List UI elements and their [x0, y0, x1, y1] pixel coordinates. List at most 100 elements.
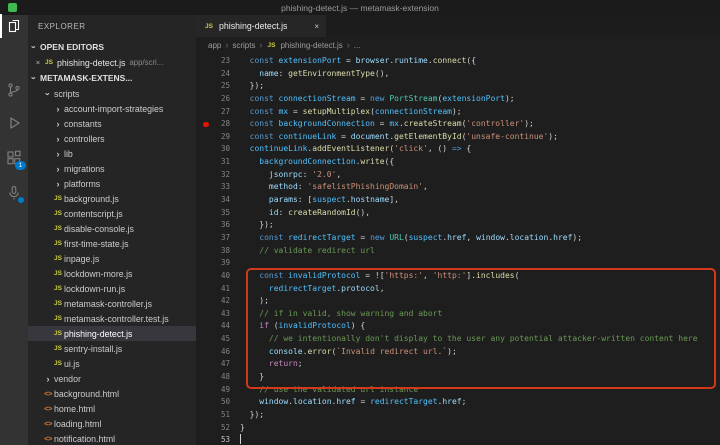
tree-item-disable-console.js[interactable]: JSdisable-console.js — [28, 221, 196, 236]
tree-item-home.html[interactable]: <>home.html — [28, 401, 196, 416]
tree-item-ui.js[interactable]: JSui.js — [28, 356, 196, 371]
breadcrumb-item-file[interactable]: phishing-detect.js — [280, 41, 342, 50]
code-line-23[interactable]: 23const extensionPort = browser.runtime.… — [196, 55, 720, 68]
code-area[interactable]: 23const extensionPort = browser.runtime.… — [196, 53, 720, 445]
workspace-header[interactable]: › METAMASK-EXTENS... — [28, 70, 196, 86]
line-number[interactable]: 35 — [196, 207, 230, 220]
activity-run-debug-button[interactable] — [6, 115, 22, 131]
code-line-38[interactable]: 38// validate redirect url — [196, 245, 720, 258]
tree-item-platforms[interactable]: ›platforms — [28, 176, 196, 191]
breadcrumb-item-app[interactable]: app — [208, 41, 221, 50]
line-number[interactable]: 43 — [196, 308, 230, 321]
code-line-53[interactable]: 53 — [196, 434, 720, 445]
line-number[interactable]: 53 — [196, 434, 230, 445]
tree-item-lib[interactable]: ›lib — [28, 146, 196, 161]
line-number[interactable]: 26 — [196, 93, 230, 106]
line-number[interactable]: 31 — [196, 156, 230, 169]
tree-item-sentry-install.js[interactable]: JSsentry-install.js — [28, 341, 196, 356]
line-number[interactable]: 40 — [196, 270, 230, 283]
code-line-27[interactable]: 27const mx = setupMultiplex(connectionSt… — [196, 106, 720, 119]
tree-item-scripts[interactable]: ›scripts — [28, 86, 196, 101]
close-icon[interactable]: × — [33, 58, 43, 67]
code-line-43[interactable]: 43// if in valid, show warning and abort — [196, 308, 720, 321]
code-line-49[interactable]: 49// use the validated url instance — [196, 384, 720, 397]
code-line-41[interactable]: 41redirectTarget.protocol, — [196, 283, 720, 296]
line-number[interactable]: 28 — [196, 118, 230, 131]
tab-close-icon[interactable]: × — [314, 22, 319, 31]
line-number[interactable]: 36 — [196, 219, 230, 232]
activity-explorer-button[interactable] — [6, 18, 22, 34]
code-line-25[interactable]: 25}); — [196, 80, 720, 93]
line-number[interactable]: 49 — [196, 384, 230, 397]
code-line-31[interactable]: 31backgroundConnection.write({ — [196, 156, 720, 169]
line-number[interactable]: 24 — [196, 68, 230, 81]
tree-item-controllers[interactable]: ›controllers — [28, 131, 196, 146]
activity-extensions-button[interactable]: 1 — [6, 150, 22, 166]
code-line-46[interactable]: 46console.error(`Invalid redirect url.`)… — [196, 346, 720, 359]
breakpoint-icon[interactable] — [203, 122, 209, 128]
line-number[interactable]: 38 — [196, 245, 230, 258]
tree-item-metamask-controller.js[interactable]: JSmetamask-controller.js — [28, 296, 196, 311]
line-number[interactable]: 25 — [196, 80, 230, 93]
tree-item-migrations[interactable]: ›migrations — [28, 161, 196, 176]
code-line-36[interactable]: 36}); — [196, 219, 720, 232]
code-line-33[interactable]: 33method: 'safelistPhishingDomain', — [196, 181, 720, 194]
code-line-24[interactable]: 24name: getEnvironmentType(), — [196, 68, 720, 81]
line-number[interactable]: 41 — [196, 283, 230, 296]
tree-item-account-import-strategies[interactable]: ›account-import-strategies — [28, 101, 196, 116]
tree-item-inpage.js[interactable]: JSinpage.js — [28, 251, 196, 266]
line-number[interactable]: 29 — [196, 131, 230, 144]
tab-phishing-detect[interactable]: JS phishing-detect.js × — [196, 15, 326, 37]
tree-item-constants[interactable]: ›constants — [28, 116, 196, 131]
line-number[interactable]: 32 — [196, 169, 230, 182]
line-number[interactable]: 23 — [196, 55, 230, 68]
breadcrumb-item-scripts[interactable]: scripts — [232, 41, 255, 50]
line-number[interactable]: 46 — [196, 346, 230, 359]
code-line-39[interactable]: 39 — [196, 257, 720, 270]
code-line-48[interactable]: 48} — [196, 371, 720, 384]
tree-item-notification.html[interactable]: <>notification.html — [28, 431, 196, 445]
code-line-32[interactable]: 32jsonrpc: '2.0', — [196, 169, 720, 182]
code-line-52[interactable]: 52} — [196, 422, 720, 435]
open-editors-header[interactable]: › OPEN EDITORS — [28, 39, 196, 55]
tree-item-lockdown-run.js[interactable]: JSlockdown-run.js — [28, 281, 196, 296]
line-number[interactable]: 45 — [196, 333, 230, 346]
tree-item-metamask-controller.test.js[interactable]: JSmetamask-controller.test.js — [28, 311, 196, 326]
line-number[interactable]: 34 — [196, 194, 230, 207]
code-line-40[interactable]: 40const invalidProtocol = !['https:', 'h… — [196, 270, 720, 283]
tree-item-vendor[interactable]: ›vendor — [28, 371, 196, 386]
activity-source-control-button[interactable] — [6, 82, 22, 98]
open-editor-item[interactable]: × JS phishing-detect.js app/scri... — [28, 55, 196, 70]
line-number[interactable]: 37 — [196, 232, 230, 245]
tree-item-first-time-state.js[interactable]: JSfirst-time-state.js — [28, 236, 196, 251]
code-line-29[interactable]: 29const continueLink = document.getEleme… — [196, 131, 720, 144]
line-number[interactable]: 44 — [196, 320, 230, 333]
line-number[interactable]: 39 — [196, 257, 230, 270]
tree-item-background.html[interactable]: <>background.html — [28, 386, 196, 401]
code-line-50[interactable]: 50window.location.href = redirectTarget.… — [196, 396, 720, 409]
tree-item-contentscript.js[interactable]: JScontentscript.js — [28, 206, 196, 221]
code-line-42[interactable]: 42); — [196, 295, 720, 308]
code-line-35[interactable]: 35id: createRandomId(), — [196, 207, 720, 220]
line-number[interactable]: 33 — [196, 181, 230, 194]
code-line-30[interactable]: 30continueLink.addEventListener('click',… — [196, 143, 720, 156]
line-number[interactable]: 51 — [196, 409, 230, 422]
line-number[interactable]: 52 — [196, 422, 230, 435]
line-number[interactable]: 30 — [196, 143, 230, 156]
code-line-28[interactable]: 28const backgroundConnection = mx.create… — [196, 118, 720, 131]
code-line-26[interactable]: 26const connectionStream = new PortStrea… — [196, 93, 720, 106]
line-number[interactable]: 27 — [196, 106, 230, 119]
breadcrumb-item-symbol[interactable]: ... — [354, 41, 361, 50]
tree-item-background.js[interactable]: JSbackground.js — [28, 191, 196, 206]
tree-item-loading.html[interactable]: <>loading.html — [28, 416, 196, 431]
line-number[interactable]: 48 — [196, 371, 230, 384]
tree-item-phishing-detect.js[interactable]: JSphishing-detect.js — [28, 326, 196, 341]
code-line-45[interactable]: 45// we intentionally don't display to t… — [196, 333, 720, 346]
tree-item-lockdown-more.js[interactable]: JSlockdown-more.js — [28, 266, 196, 281]
activity-microphone-button[interactable] — [6, 185, 22, 201]
line-number[interactable]: 50 — [196, 396, 230, 409]
code-line-51[interactable]: 51}); — [196, 409, 720, 422]
code-line-37[interactable]: 37const redirectTarget = new URL(suspect… — [196, 232, 720, 245]
code-line-47[interactable]: 47return; — [196, 358, 720, 371]
line-number[interactable]: 47 — [196, 358, 230, 371]
